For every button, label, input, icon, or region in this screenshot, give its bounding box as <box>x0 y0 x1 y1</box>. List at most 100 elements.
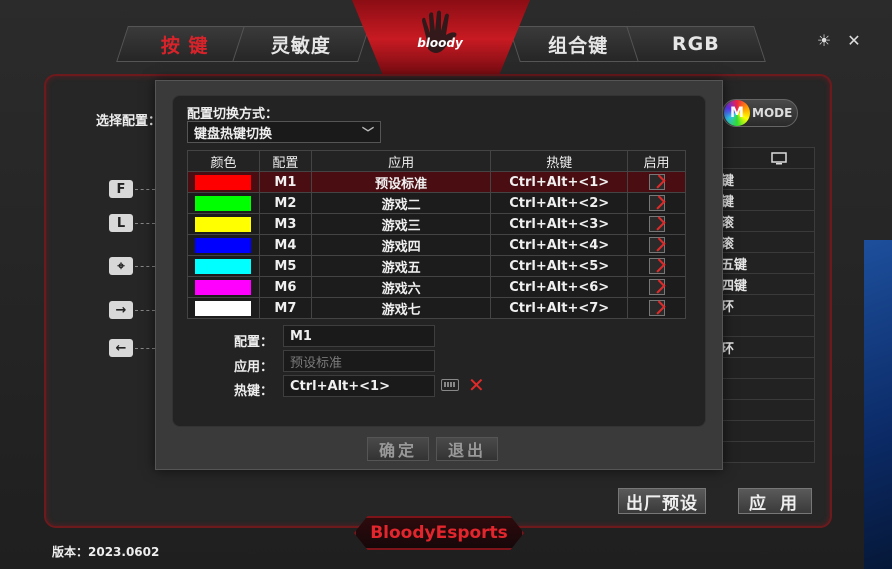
hotkey-cell: Ctrl+Alt+<3> <box>490 213 629 235</box>
table-row[interactable]: M5 游戏五 Ctrl+Alt+<5> <box>187 255 686 277</box>
list-item[interactable]: 环 <box>707 337 814 358</box>
factory-reset-button[interactable]: 出厂预设 <box>618 488 706 514</box>
tab-rgb[interactable]: RGB <box>626 26 766 62</box>
color-cell[interactable] <box>187 234 260 256</box>
color-cell[interactable] <box>187 171 260 193</box>
divider <box>135 348 155 349</box>
tab-sensitivity-label: 灵敏度 <box>270 34 331 57</box>
mode-icon: M <box>724 100 750 126</box>
divider <box>135 310 155 311</box>
side-key-crosshair[interactable]: ⌖ <box>109 257 133 275</box>
app-field[interactable]: 预设标准 <box>283 350 435 372</box>
table-row[interactable]: M7 游戏七 Ctrl+Alt+<7> <box>187 297 686 319</box>
bloody-hand-icon <box>412 6 468 62</box>
switch-mode-value: 键盘热键切换 <box>194 126 273 142</box>
app-cell: 游戏二 <box>310 192 492 214</box>
side-key-f[interactable]: F <box>109 180 133 198</box>
logo-text: bloody <box>417 36 463 50</box>
config-cell: M4 <box>258 234 312 256</box>
list-item[interactable] <box>707 400 814 421</box>
close-icon[interactable]: ✕ <box>844 30 864 50</box>
list-item[interactable]: 滚 <box>707 232 814 253</box>
hotkey-cell: Ctrl+Alt+<5> <box>490 255 629 277</box>
table-row[interactable]: M2 游戏二 Ctrl+Alt+<2> <box>187 192 686 214</box>
app-cell: 游戏三 <box>310 213 492 235</box>
list-item[interactable]: 键 <box>707 190 814 211</box>
app-cell: 游戏四 <box>310 234 492 256</box>
list-item[interactable]: 环 <box>707 295 814 316</box>
app-window: 按 键 灵敏度 组合键 RGB bloody ☀ ✕ 选择配置： F L ⌖ →… <box>0 0 892 569</box>
list-item[interactable] <box>707 379 814 400</box>
enable-checkbox[interactable] <box>648 279 665 295</box>
list-item[interactable] <box>707 421 814 442</box>
column-header-color: 颜色 <box>187 150 260 172</box>
ok-button[interactable]: 确定 <box>367 437 429 461</box>
exit-button[interactable]: 退出 <box>436 437 498 461</box>
app-cell: 预设标准 <box>310 171 492 193</box>
config-cell: M1 <box>258 171 312 193</box>
color-cell[interactable] <box>187 297 260 319</box>
list-item[interactable]: 五键 <box>707 253 814 274</box>
config-field[interactable]: M1 <box>283 325 435 347</box>
tab-rgb-label: RGB <box>672 33 720 55</box>
enable-checkbox[interactable] <box>648 174 665 190</box>
color-swatch[interactable] <box>195 279 252 295</box>
side-key-right[interactable]: → <box>109 301 133 319</box>
enable-cell <box>627 276 686 298</box>
config-cell: M6 <box>258 276 312 298</box>
app-cell: 游戏五 <box>310 255 492 277</box>
config-cell: M3 <box>258 213 312 235</box>
list-item[interactable] <box>707 316 814 337</box>
enable-cell <box>627 234 686 256</box>
table-row[interactable]: M4 游戏四 Ctrl+Alt+<4> <box>187 234 686 256</box>
version-label: 版本：2023.0602 <box>52 545 160 559</box>
list-item[interactable]: 滚 <box>707 211 814 232</box>
table-row[interactable]: M1 预设标准 Ctrl+Alt+<1> <box>187 171 686 193</box>
color-swatch[interactable] <box>195 237 252 253</box>
color-swatch[interactable] <box>195 258 252 274</box>
divider <box>135 266 155 267</box>
color-swatch[interactable] <box>195 195 252 211</box>
color-swatch[interactable] <box>195 174 252 190</box>
enable-checkbox[interactable] <box>648 237 665 253</box>
enable-cell <box>627 297 686 319</box>
table-row[interactable]: M3 游戏三 Ctrl+Alt+<3> <box>187 213 686 235</box>
mode-button[interactable]: M MODE <box>722 99 798 127</box>
side-key-l[interactable]: L <box>109 214 133 232</box>
enable-cell <box>627 171 686 193</box>
apply-button[interactable]: 应 用 <box>738 488 812 514</box>
enable-checkbox[interactable] <box>648 258 665 274</box>
hotkey-cell: Ctrl+Alt+<4> <box>490 234 629 256</box>
hotkey-cell: Ctrl+Alt+<6> <box>490 276 629 298</box>
enable-cell <box>627 192 686 214</box>
hotkey-cell: Ctrl+Alt+<7> <box>490 297 629 319</box>
select-config-label: 选择配置： <box>96 114 162 129</box>
tab-sensitivity[interactable]: 灵敏度 <box>232 26 370 62</box>
switch-mode-title: 配置切换方式： <box>187 107 279 122</box>
hotkey-field[interactable]: Ctrl+Alt+<1> <box>283 375 435 397</box>
color-cell[interactable] <box>187 192 260 214</box>
color-swatch[interactable] <box>195 300 252 316</box>
list-item[interactable]: 键 <box>707 169 814 190</box>
brightness-icon[interactable]: ☀ <box>814 30 834 50</box>
list-item[interactable] <box>707 358 814 379</box>
list-item[interactable]: 四键 <box>707 274 814 295</box>
switch-mode-select[interactable]: 键盘热键切换 ﹀ <box>187 121 381 143</box>
tab-combo-keys[interactable]: 组合键 <box>508 26 648 62</box>
enable-checkbox[interactable] <box>648 216 665 232</box>
table-row[interactable]: M6 游戏六 Ctrl+Alt+<6> <box>187 276 686 298</box>
color-swatch[interactable] <box>195 216 252 232</box>
enable-checkbox[interactable] <box>648 300 665 316</box>
enable-cell <box>627 213 686 235</box>
keyboard-icon[interactable] <box>441 379 459 391</box>
column-header-enable: 启用 <box>627 150 686 172</box>
color-cell[interactable] <box>187 255 260 277</box>
clear-hotkey-icon[interactable]: ✕ <box>468 373 485 397</box>
enable-cell <box>627 255 686 277</box>
config-field-label: 配置： <box>233 335 273 350</box>
enable-checkbox[interactable] <box>648 195 665 211</box>
color-cell[interactable] <box>187 213 260 235</box>
color-cell[interactable] <box>187 276 260 298</box>
brand-label: BloodyEsports <box>354 516 524 550</box>
side-key-left[interactable]: ← <box>109 339 133 357</box>
